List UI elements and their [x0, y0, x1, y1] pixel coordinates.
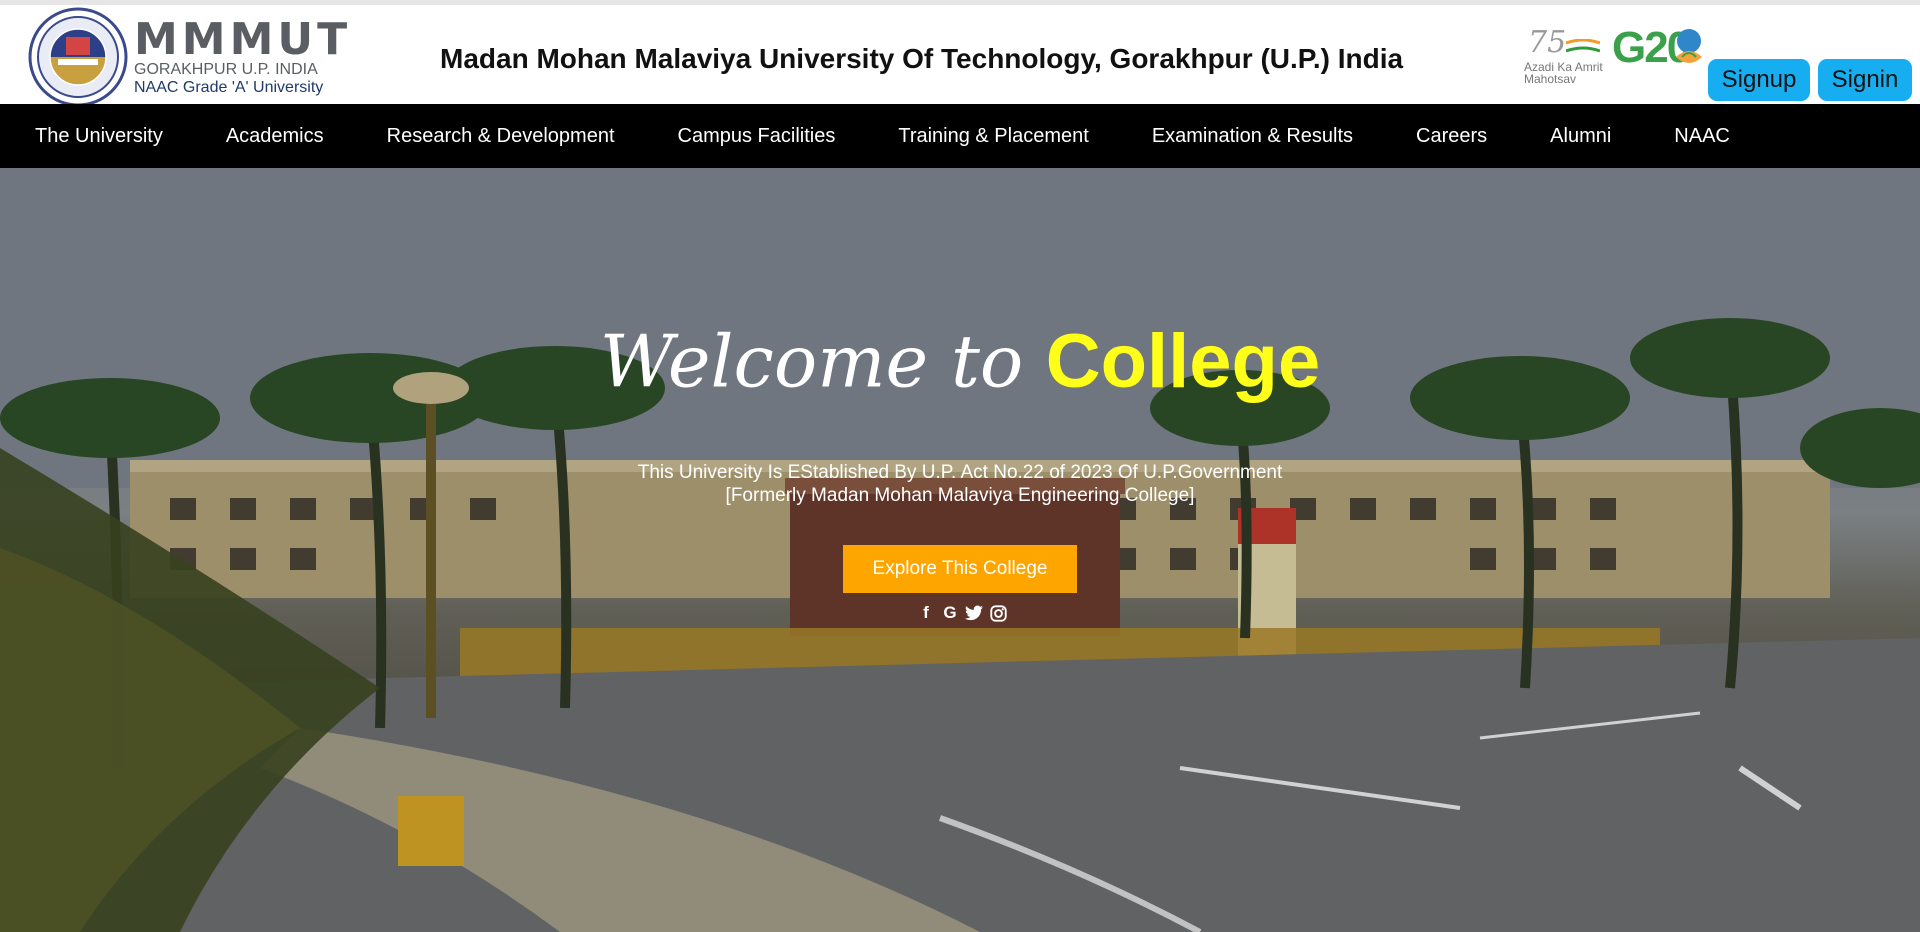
facebook-icon[interactable]: f [917, 603, 935, 622]
logo-text: MMMUT GORAKHPUR U.P. INDIA NAAC Grade 'A… [134, 14, 352, 97]
azadi-ka-amrit-mahotsav-logo: 75 Azadi Ka Amrit Mahotsav [1522, 25, 1604, 91]
signin-button[interactable]: Signin [1818, 59, 1912, 101]
signup-button[interactable]: Signup [1708, 59, 1810, 101]
header: MMMUT GORAKHPUR U.P. INDIA NAAC Grade 'A… [0, 0, 1920, 107]
nav-item-examination-results[interactable]: Examination & Results [1117, 125, 1381, 148]
twitter-icon[interactable] [965, 604, 983, 622]
page-title: Madan Mohan Malaviya University Of Techn… [440, 43, 1404, 74]
formerly-text: [Formerly Madan Mohan Malaviya Engineeri… [725, 485, 1195, 506]
nav-item-the-university[interactable]: The University [0, 125, 191, 148]
hero-banner: Welcome to College This University Is ES… [0, 168, 1920, 932]
flag-ribbon-icon [1566, 39, 1600, 53]
logo-grade: NAAC Grade 'A' University [134, 79, 324, 96]
nav-item-careers[interactable]: Careers [1381, 125, 1515, 148]
nav-item-campus-facilities[interactable]: Campus Facilities [643, 125, 864, 148]
logo-name: MMMUT [134, 14, 352, 65]
nav-item-academics[interactable]: Academics [191, 125, 352, 148]
welcome-highlight-text: College [1045, 319, 1321, 404]
explore-college-button[interactable]: Explore This College [843, 545, 1077, 593]
g20-logo: G20 [1612, 23, 1704, 89]
instagram-icon[interactable] [989, 604, 1007, 622]
nav-item-naac[interactable]: NAAC [1639, 125, 1758, 148]
nav-item-research-development[interactable]: Research & Development [352, 125, 643, 148]
establishment-text: This University Is EStablished By U.P. A… [637, 462, 1283, 483]
main-navigation: The University Academics Research & Deve… [0, 104, 1920, 168]
nav-item-alumni[interactable]: Alumni [1515, 125, 1639, 148]
azadi-number: 75 [1528, 25, 1567, 60]
social-links: f G [917, 603, 1007, 622]
azadi-text: Azadi Ka Amrit Mahotsav [1524, 60, 1603, 86]
google-icon[interactable]: G [941, 603, 959, 622]
welcome-script-text: Welcome to [599, 319, 1024, 404]
welcome-heading: Welcome to College [0, 318, 1920, 405]
university-seal-logo[interactable] [28, 7, 128, 107]
lotus-earth-icon [1676, 29, 1702, 63]
nav-item-training-placement[interactable]: Training & Placement [863, 125, 1116, 148]
